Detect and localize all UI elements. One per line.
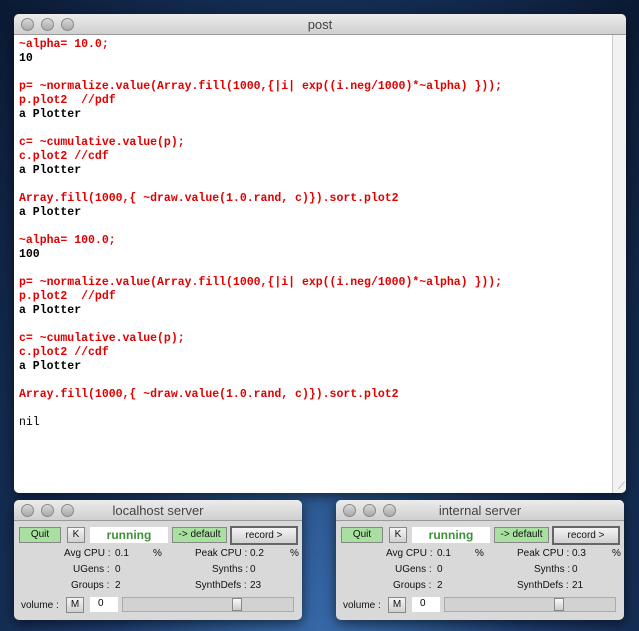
post-line: c.plot2 //cdf [19,150,109,163]
window-title: post [307,17,333,32]
avg-cpu-percent: % [475,548,484,559]
post-line: a Plotter [19,206,82,219]
post-line: a Plotter [19,108,82,121]
kill-button[interactable]: K [389,527,407,543]
avg-cpu-label: Avg CPU : [386,548,433,559]
default-button[interactable]: -> default [172,527,227,543]
post-line: 10 [19,52,33,65]
peak-cpu-label: Peak CPU : [195,548,248,559]
post-line [19,66,607,80]
zoom-button[interactable] [61,18,74,31]
post-line: a Plotter [19,304,82,317]
window-title: localhost server [112,503,204,518]
post-line: a Plotter [19,164,82,177]
ugens-value: 0 [437,564,443,575]
quit-button[interactable]: Quit [19,527,61,543]
post-line [19,318,607,332]
post-line: c= ~cumulative.value(p); [19,332,185,345]
close-button[interactable] [343,504,356,517]
post-line: ~alpha= 10.0; [19,38,109,51]
status-indicator: running [90,527,168,543]
mute-button[interactable]: M [66,597,84,613]
synths-value: 0 [572,564,578,575]
zoom-button[interactable] [383,504,396,517]
mute-button[interactable]: M [388,597,406,613]
peak-cpu-value: 0.2 [250,548,264,559]
avg-cpu-label: Avg CPU : [64,548,111,559]
post-line: p= ~normalize.value(Array.fill(1000,{|i|… [19,80,503,93]
volume-slider-knob[interactable] [553,598,564,611]
avg-cpu-percent: % [153,548,162,559]
post-line [19,374,607,388]
synthdefs-value: 21 [572,580,584,591]
avg-cpu-value: 0.1 [115,548,129,559]
post-line: p.plot2 //pdf [19,94,116,107]
post-line: c= ~cumulative.value(p); [19,136,185,149]
internal-server-window: internal server Quit K running -> defaul… [336,500,624,620]
close-button[interactable] [21,504,34,517]
post-line [19,220,607,234]
synths-value: 0 [250,564,256,575]
synths-label: Synths : [212,564,249,575]
post-line: 100 [19,248,40,261]
groups-label: Groups : [393,580,432,591]
zoom-button[interactable] [61,504,74,517]
volume-slider[interactable] [444,597,616,612]
groups-label: Groups : [71,580,110,591]
post-line [19,262,607,276]
resize-grip-icon[interactable]: ⟋ [618,481,625,492]
post-line: p.plot2 //pdf [19,290,116,303]
post-line [19,402,607,416]
record-button[interactable]: record > [552,526,620,545]
peak-cpu-value: 0.3 [572,548,586,559]
groups-value: 2 [437,580,443,591]
ugens-label: UGens : [73,564,110,575]
volume-slider-knob[interactable] [231,598,242,611]
post-text-area[interactable]: ~alpha= 10.0; 10 p= ~normalize.value(Array… [14,35,612,493]
record-button[interactable]: record > [230,526,298,545]
server-titlebar[interactable]: internal server [336,500,624,521]
peak-cpu-label: Peak CPU : [517,548,570,559]
ugens-value: 0 [115,564,121,575]
localhost-server-window: localhost server Quit K running -> defau… [14,500,302,620]
default-button[interactable]: -> default [494,527,549,543]
peak-cpu-percent: % [290,548,299,559]
volume-label: volume : [343,600,381,611]
minimize-button[interactable] [41,18,54,31]
vertical-scrollbar[interactable] [612,35,626,493]
volume-label: volume : [21,600,59,611]
post-line [19,122,607,136]
minimize-button[interactable] [41,504,54,517]
close-button[interactable] [21,18,34,31]
post-line: Array.fill(1000,{ ~draw.value(1.0.rand, … [19,192,399,205]
volume-field[interactable]: 0 [90,597,118,612]
window-title: internal server [438,503,522,518]
post-window: post ~alpha= 10.0; 10 p= ~normalize.value(… [14,14,626,493]
status-indicator: running [412,527,490,543]
post-line: Array.fill(1000,{ ~draw.value(1.0.rand, … [19,388,399,401]
post-line [19,178,607,192]
synthdefs-label: SynthDefs : [195,580,247,591]
post-line: ~alpha= 100.0; [19,234,116,247]
groups-value: 2 [115,580,121,591]
peak-cpu-percent: % [612,548,621,559]
minimize-button[interactable] [363,504,376,517]
synthdefs-value: 23 [250,580,262,591]
post-line: nil [19,416,40,429]
quit-button[interactable]: Quit [341,527,383,543]
post-line: p= ~normalize.value(Array.fill(1000,{|i|… [19,276,503,289]
post-line: c.plot2 //cdf [19,346,109,359]
avg-cpu-value: 0.1 [437,548,451,559]
post-line: a Plotter [19,360,82,373]
post-titlebar[interactable]: post [14,14,626,35]
synthdefs-label: SynthDefs : [517,580,569,591]
volume-field[interactable]: 0 [412,597,440,612]
kill-button[interactable]: K [67,527,85,543]
volume-slider[interactable] [122,597,294,612]
server-titlebar[interactable]: localhost server [14,500,302,521]
ugens-label: UGens : [395,564,432,575]
synths-label: Synths : [534,564,571,575]
